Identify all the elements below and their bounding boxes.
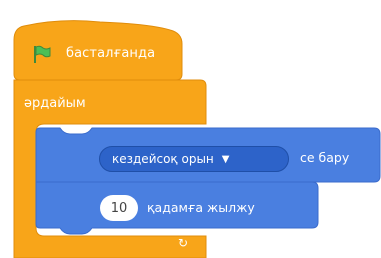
steps-input[interactable]: 10 (100, 195, 138, 221)
hat-block-label: басталғанда (66, 46, 156, 61)
scratch-script: басталғанда әрдайым кездейсоқ орын ▼ се … (0, 0, 381, 258)
green-flag-icon (34, 45, 51, 63)
target-dropdown[interactable]: кездейсоқ орын ▼ (99, 146, 289, 172)
move-block-label: қадамға жылжу (147, 200, 255, 215)
forever-block-label: әрдайым (24, 96, 86, 111)
loop-arrow-icon: ↻ (178, 236, 189, 250)
block-shapes (13, 20, 381, 258)
chevron-down-icon: ▼ (221, 153, 230, 165)
goto-block-label: се бару (300, 150, 350, 165)
dropdown-value: кездейсоқ орын (112, 152, 214, 166)
